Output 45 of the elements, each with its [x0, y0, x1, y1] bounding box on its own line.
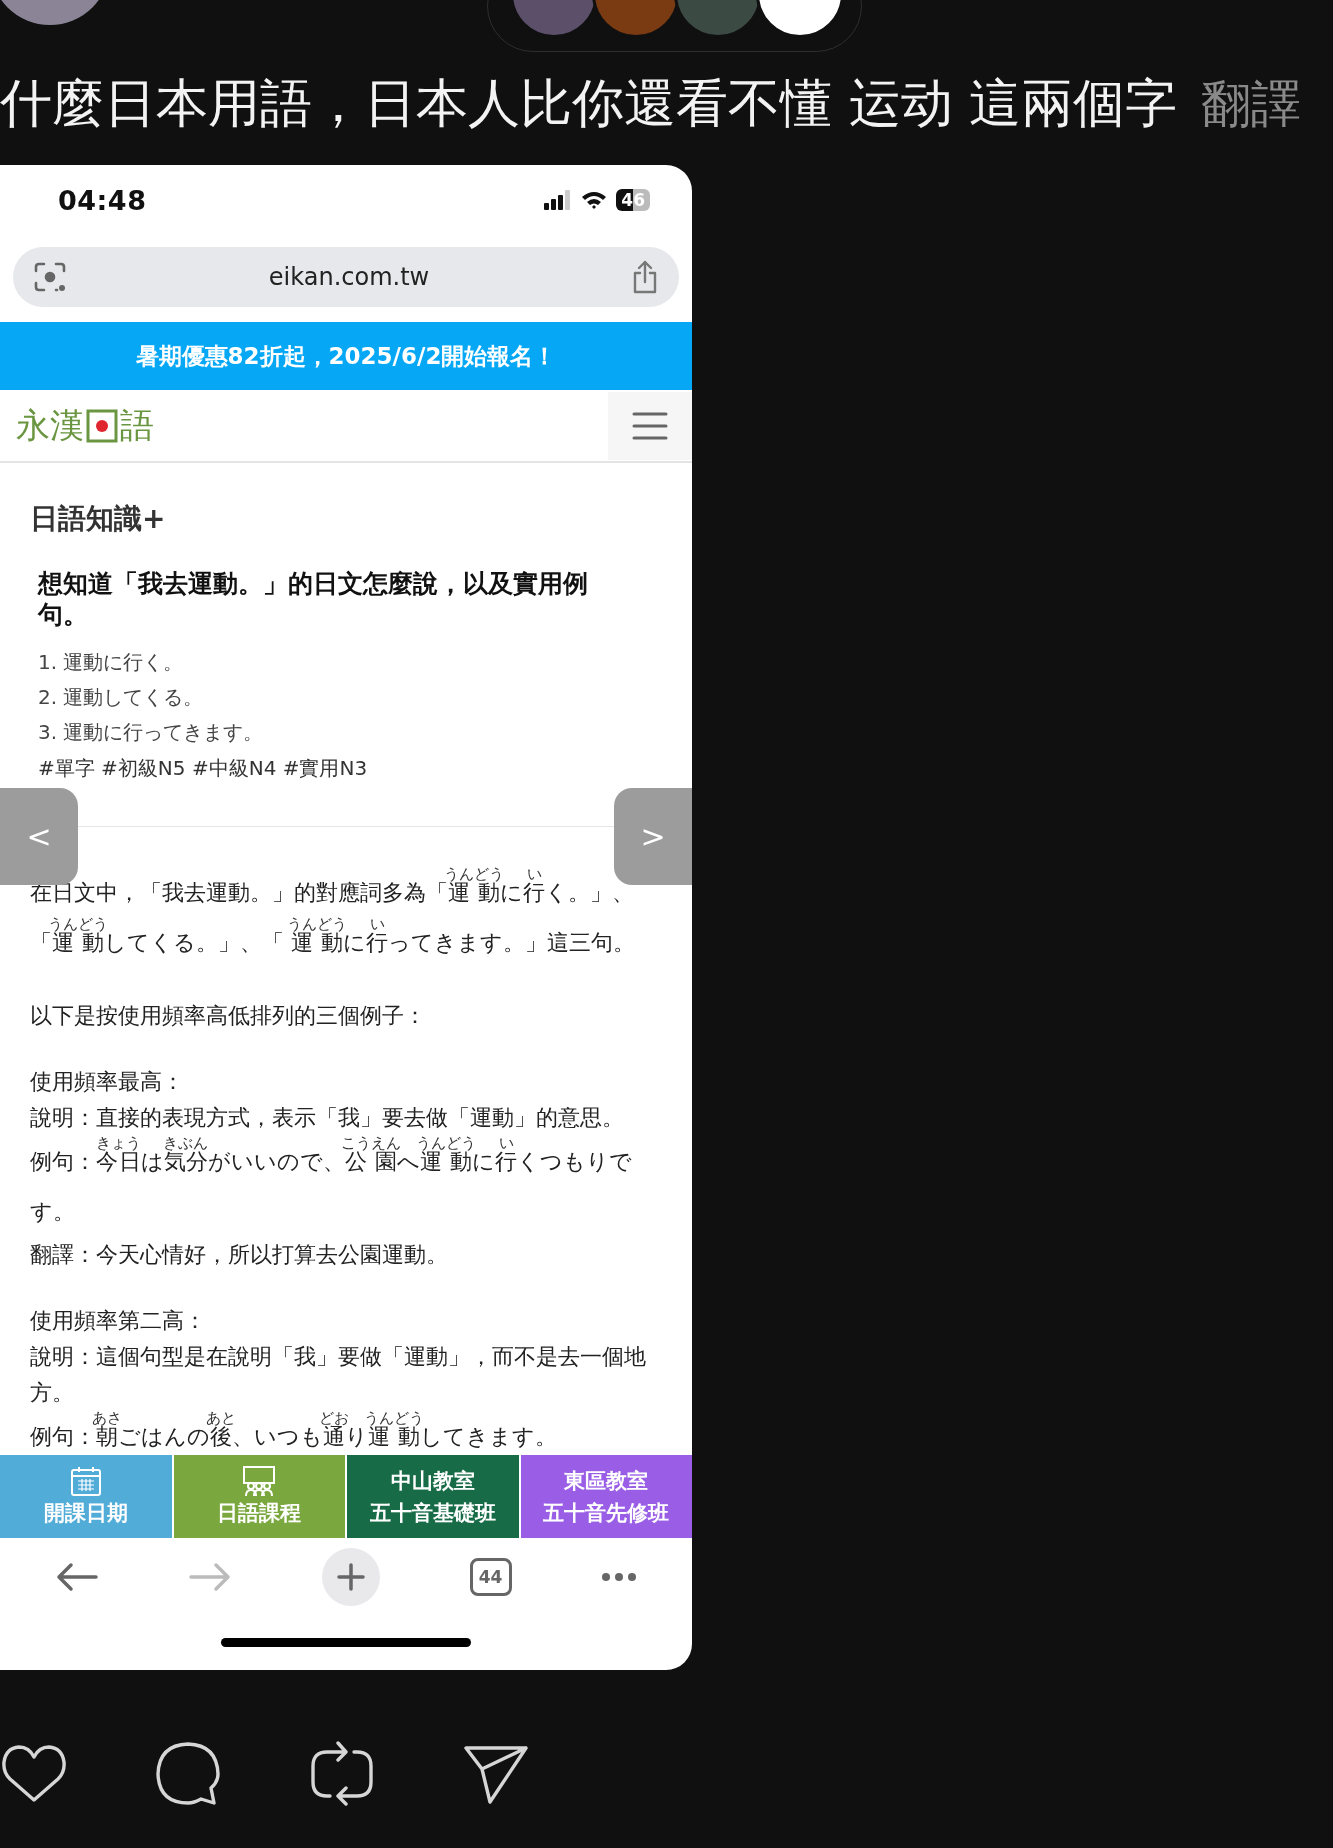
- plus-icon: [337, 1562, 365, 1591]
- tag-list: #單字 #初級N5 #中級N4 #實用N3: [38, 750, 692, 786]
- logo-text[interactable]: 永漢: [16, 402, 84, 449]
- quick-link-tab[interactable]: 日語課程: [173, 1455, 347, 1538]
- share-icon[interactable]: [631, 260, 659, 294]
- body-text: 以下是按使用頻率高低排列的三個例子：: [30, 1002, 427, 1030]
- comment-icon[interactable]: [156, 1742, 220, 1806]
- url-text: eikan.com.tw: [267, 263, 431, 291]
- tab-count-button[interactable]: 44: [469, 1557, 512, 1596]
- send-icon[interactable]: [464, 1744, 528, 1804]
- body-text: 使用頻率最高：: [30, 1068, 185, 1096]
- signal-icon: [544, 190, 573, 210]
- quick-link-tab[interactable]: 東區教室 五十音先修班: [520, 1455, 692, 1538]
- post-text: 什麼日本用語，日本人比你還看不懂 运动 這兩個字: [0, 72, 1178, 135]
- url-bar[interactable]: eikan.com.tw: [13, 247, 679, 307]
- more-icon[interactable]: [601, 1571, 638, 1582]
- body-text: 說明：這個句型是在說明「我」要做「運動」，而不是去一個地方。: [30, 1343, 647, 1407]
- wifi-icon: [580, 190, 609, 210]
- article-title: 想知道「我去運動。」的日文怎麼說，以及實用例句。: [38, 568, 589, 630]
- camera-scan-icon: [33, 260, 67, 294]
- menu-button[interactable]: [608, 391, 692, 460]
- list-item: 1. 運動に行く。: [38, 649, 185, 676]
- heart-icon[interactable]: [2, 1744, 66, 1804]
- battery-level-text: 46: [616, 189, 650, 211]
- quick-link-tab[interactable]: 開課日期: [0, 1455, 174, 1538]
- status-time: 04:48: [58, 184, 147, 216]
- body-text: 翻譯：今天心情好，所以打算去公園運動。: [30, 1241, 449, 1269]
- body-text: 說明：直接的表現方式，表示「我」要去做「運動」的意思。: [30, 1104, 625, 1132]
- list-item: 2. 運動してくる。: [38, 684, 205, 711]
- back-arrow-icon[interactable]: [54, 1561, 99, 1592]
- next-button[interactable]: >: [614, 788, 692, 885]
- promo-banner[interactable]: 暑期優惠82折起，2025/6/2開始報名！: [0, 322, 692, 390]
- quick-link-tab[interactable]: 中山教室 五十音基礎班: [347, 1455, 521, 1538]
- translate-link[interactable]: 翻譯: [1201, 70, 1302, 138]
- classroom-icon: [241, 1464, 278, 1497]
- calendar-icon: [69, 1464, 102, 1497]
- body-text: 例句：今日 きょう は気分 きぶん がいいので、公園 こうえん へ運動 うんどう に行 い くつもりです。: [30, 1136, 633, 1226]
- japan-flag-icon: [86, 408, 118, 443]
- logo-text[interactable]: 語: [120, 402, 154, 449]
- menu-icon: [632, 410, 668, 441]
- body-text: 使用頻率第二高：: [30, 1307, 207, 1335]
- body-text: 例句：朝 あさ ごはんの後 あと 、いつも 通 どお り 運動 うんどう してきます。: [30, 1411, 558, 1451]
- repost-icon[interactable]: [310, 1740, 374, 1808]
- list-item: 3. 運動に行ってきます。: [38, 719, 265, 746]
- category-heading: 日語知識+: [30, 501, 167, 537]
